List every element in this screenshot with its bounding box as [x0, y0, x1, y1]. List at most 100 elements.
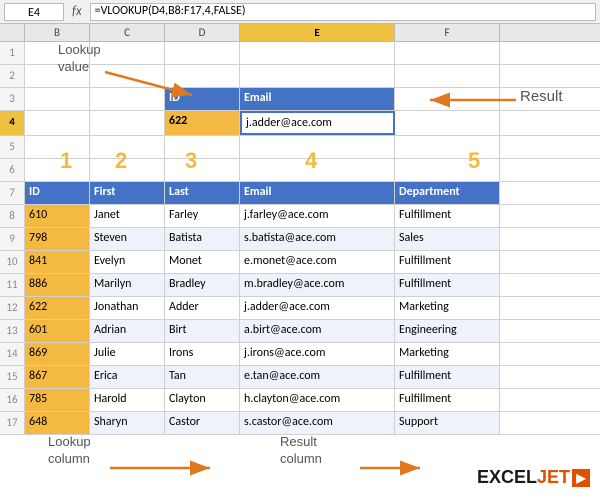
cell-f17[interactable]: Support	[395, 412, 500, 434]
cell-d11[interactable]: Bradley	[165, 274, 240, 296]
cell-c15[interactable]: Erica	[90, 366, 165, 388]
cell-f3[interactable]	[395, 88, 500, 110]
cell-b4[interactable]	[25, 111, 90, 135]
cell-b2[interactable]	[25, 65, 90, 87]
rownum-16: 16	[0, 389, 25, 411]
cell-c9[interactable]: Steven	[90, 228, 165, 250]
cell-d8[interactable]: Farley	[165, 205, 240, 227]
cell-b8[interactable]: 610	[25, 205, 90, 227]
cell-c12[interactable]: Jonathan	[90, 297, 165, 319]
cell-d1[interactable]	[165, 42, 240, 64]
cell-b1[interactable]	[25, 42, 90, 64]
cell-f10[interactable]: Fulfillment	[395, 251, 500, 273]
cell-b7[interactable]: ID	[25, 182, 90, 204]
cell-f7[interactable]: Department	[395, 182, 500, 204]
cell-b13[interactable]: 601	[25, 320, 90, 342]
rownum-12: 12	[0, 297, 25, 319]
cell-e5[interactable]	[240, 136, 395, 158]
cell-c17[interactable]: Sharyn	[90, 412, 165, 434]
num3-annotation: 3	[185, 148, 197, 174]
cell-e11[interactable]: m.bradley@ace.com	[240, 274, 395, 296]
cell-d10[interactable]: Monet	[165, 251, 240, 273]
cell-b15[interactable]: 867	[25, 366, 90, 388]
col-header-d[interactable]: D	[165, 24, 240, 41]
cell-e7[interactable]: Email	[240, 182, 395, 204]
cell-f11[interactable]: Fulfillment	[395, 274, 500, 296]
rownum-3: 3	[0, 88, 25, 110]
cell-f5[interactable]	[395, 136, 500, 158]
cell-e16[interactable]: h.clayton@ace.com	[240, 389, 395, 411]
cell-b17[interactable]: 648	[25, 412, 90, 434]
cell-f9[interactable]: Sales	[395, 228, 500, 250]
rownum-6: 6	[0, 159, 25, 181]
cell-e14[interactable]: j.irons@ace.com	[240, 343, 395, 365]
cell-b10[interactable]: 841	[25, 251, 90, 273]
cell-f4[interactable]	[395, 111, 500, 135]
cell-b3[interactable]	[25, 88, 90, 110]
cell-c5[interactable]	[90, 136, 165, 158]
cell-d7[interactable]: Last	[165, 182, 240, 204]
cell-d4[interactable]: 622	[165, 111, 240, 135]
formula-input[interactable]: =VLOOKUP(D4,B8:F17,4,FALSE)	[90, 3, 596, 21]
cell-f12[interactable]: Marketing	[395, 297, 500, 319]
cell-d15[interactable]: Tan	[165, 366, 240, 388]
cell-e6[interactable]	[240, 159, 395, 181]
cell-e10[interactable]: e.monet@ace.com	[240, 251, 395, 273]
cell-f14[interactable]: Marketing	[395, 343, 500, 365]
cell-c13[interactable]: Adrian	[90, 320, 165, 342]
cell-d12[interactable]: Adder	[165, 297, 240, 319]
cell-e4[interactable]: j.adder@ace.com	[240, 111, 395, 135]
cell-f1[interactable]	[395, 42, 500, 64]
cell-d13[interactable]: Birt	[165, 320, 240, 342]
cell-f2[interactable]	[395, 65, 500, 87]
cell-e8[interactable]: j.farley@ace.com	[240, 205, 395, 227]
cell-c4[interactable]	[90, 111, 165, 135]
cell-f8[interactable]: Fulfillment	[395, 205, 500, 227]
cell-e3[interactable]: Email	[240, 88, 395, 110]
cell-d9[interactable]: Batista	[165, 228, 240, 250]
col-header-c[interactable]: C	[90, 24, 165, 41]
cell-f6[interactable]	[395, 159, 500, 181]
cell-c11[interactable]: Marilyn	[90, 274, 165, 296]
cell-d16[interactable]: Clayton	[165, 389, 240, 411]
cell-c2[interactable]	[90, 65, 165, 87]
cell-c16[interactable]: Harold	[90, 389, 165, 411]
col-header-f[interactable]: F	[395, 24, 500, 41]
cell-e15[interactable]: e.tan@ace.com	[240, 366, 395, 388]
cell-b9[interactable]: 798	[25, 228, 90, 250]
cell-e2[interactable]	[240, 65, 395, 87]
name-box[interactable]: E4	[4, 3, 64, 21]
cell-c8[interactable]: Janet	[90, 205, 165, 227]
cell-f13[interactable]: Engineering	[395, 320, 500, 342]
cell-e1[interactable]	[240, 42, 395, 64]
cell-c7[interactable]: First	[90, 182, 165, 204]
cell-e9[interactable]: s.batista@ace.com	[240, 228, 395, 250]
cell-e12[interactable]: j.adder@ace.com	[240, 297, 395, 319]
cell-b16[interactable]: 785	[25, 389, 90, 411]
cell-c6[interactable]	[90, 159, 165, 181]
num5-annotation: 5	[468, 148, 480, 174]
cell-f16[interactable]: Fulfillment	[395, 389, 500, 411]
cell-b12[interactable]: 622	[25, 297, 90, 319]
cell-b14[interactable]: 869	[25, 343, 90, 365]
lookup-column-annotation: Lookupcolumn	[48, 434, 91, 468]
col-header-b[interactable]: B	[25, 24, 90, 41]
cell-b6[interactable]	[25, 159, 90, 181]
cell-d6[interactable]	[165, 159, 240, 181]
row-15: 15 867 Erica Tan e.tan@ace.com Fulfillme…	[0, 366, 600, 389]
cell-b11[interactable]: 886	[25, 274, 90, 296]
cell-d14[interactable]: Irons	[165, 343, 240, 365]
cell-c1[interactable]	[90, 42, 165, 64]
col-header-e[interactable]: E	[240, 24, 395, 41]
cell-f15[interactable]: Fulfillment	[395, 366, 500, 388]
cell-b5[interactable]	[25, 136, 90, 158]
cell-d3[interactable]: ID	[165, 88, 240, 110]
cell-e13[interactable]: a.birt@ace.com	[240, 320, 395, 342]
cell-d5[interactable]	[165, 136, 240, 158]
cell-e17[interactable]: s.castor@ace.com	[240, 412, 395, 434]
cell-d2[interactable]	[165, 65, 240, 87]
cell-d17[interactable]: Castor	[165, 412, 240, 434]
cell-c3[interactable]	[90, 88, 165, 110]
cell-c10[interactable]: Evelyn	[90, 251, 165, 273]
cell-c14[interactable]: Julie	[90, 343, 165, 365]
